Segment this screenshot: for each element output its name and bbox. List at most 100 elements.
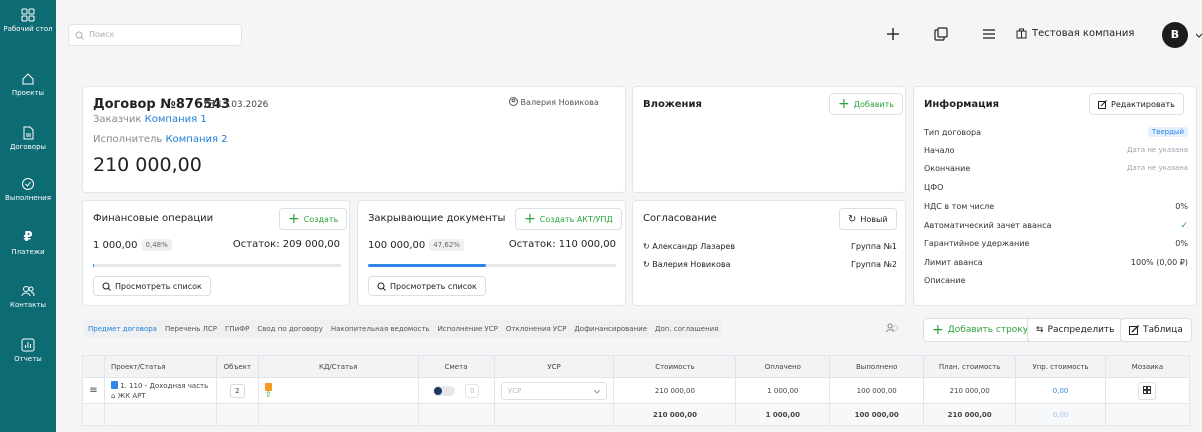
check-circle-icon bbox=[22, 178, 34, 190]
info-value: Дата не указана bbox=[1127, 146, 1188, 154]
project-cell: 1. 110 - Доходная часть ⌂ ЖК АРТ bbox=[103, 377, 217, 404]
create-act-label: Создать АКТ/УПД bbox=[539, 214, 613, 224]
closing-title: Закрывающие документы bbox=[368, 213, 506, 224]
finance-view-list-button[interactable]: Просмотреть список bbox=[93, 276, 211, 296]
edit-button[interactable]: Редактировать bbox=[1089, 93, 1184, 115]
menu-icon[interactable] bbox=[982, 27, 996, 41]
finance-progress bbox=[93, 264, 341, 267]
sidebar-item-projects[interactable]: Проекты bbox=[0, 72, 56, 98]
info-row: Тип договора Твердый bbox=[924, 127, 1188, 137]
approval-card: Согласование ↻ Новый ↻ Александр Лазарев… bbox=[632, 200, 906, 306]
chevron-down-icon[interactable] bbox=[1196, 33, 1202, 38]
document-icon bbox=[23, 126, 34, 140]
smeta-count: 0 bbox=[464, 383, 480, 398]
smeta-toggle[interactable] bbox=[432, 385, 455, 396]
approver-row: ↻ Александр Лазарев Группа №1 bbox=[643, 242, 897, 251]
finance-amount-value: 1 000,00 bbox=[93, 240, 138, 251]
tab-accumulative[interactable]: Накопительная ведомость bbox=[327, 320, 434, 338]
executor-label: Исполнитель bbox=[93, 134, 163, 145]
sidebar-item-contracts[interactable]: Договоры bbox=[0, 126, 56, 152]
sidebar-item-contacts[interactable]: Контакты bbox=[0, 284, 56, 310]
usr-select[interactable]: УСР bbox=[501, 381, 607, 400]
plus-icon[interactable] bbox=[886, 27, 900, 41]
closing-docs-card: Закрывающие документы + Создать АКТ/УПД … bbox=[357, 200, 626, 306]
report-icon bbox=[21, 338, 35, 352]
add-attachment-button[interactable]: + Добавить bbox=[829, 93, 904, 115]
tab-amendments[interactable]: Доп. соглашения bbox=[651, 320, 722, 338]
info-label: Окончание bbox=[924, 164, 971, 173]
distribute-button[interactable]: ⇆ Распределить bbox=[1027, 318, 1124, 342]
tab-additional-funding[interactable]: Дофинансирование bbox=[570, 320, 651, 338]
table-header: Упр. стоимость bbox=[1015, 355, 1106, 378]
tab-gpifr[interactable]: ГПиФР bbox=[221, 320, 253, 338]
mgmt-cell: 0,00 bbox=[1015, 377, 1106, 404]
info-row: Описание bbox=[924, 276, 1188, 285]
sidebar-item-dashboard[interactable]: Рабочий стол bbox=[0, 8, 56, 34]
total-done: 100 000,00 bbox=[829, 403, 925, 426]
info-label: Гарантийное удержание bbox=[924, 239, 1030, 248]
copy-icon[interactable] bbox=[934, 27, 948, 41]
sidebar-item-reports[interactable]: Отчеты bbox=[0, 338, 56, 364]
closing-view-list-label: Просмотреть список bbox=[390, 281, 477, 291]
info-value: 0% bbox=[1175, 239, 1188, 248]
tab-subject[interactable]: Предмет договора bbox=[84, 320, 161, 338]
search-icon bbox=[102, 282, 111, 291]
home-icon bbox=[22, 73, 34, 85]
tab-usr-execution[interactable]: Исполнение УСР bbox=[434, 320, 502, 338]
closing-view-list-button[interactable]: Просмотреть список bbox=[368, 276, 486, 296]
totals-empty bbox=[417, 403, 495, 426]
calendar-icon bbox=[205, 100, 214, 108]
mosaic-button[interactable] bbox=[1138, 381, 1157, 400]
search-icon bbox=[75, 31, 84, 40]
totals-empty bbox=[257, 403, 419, 426]
executor-link[interactable]: Компания 2 bbox=[166, 134, 228, 145]
table-button[interactable]: Таблица bbox=[1120, 318, 1192, 342]
finance-amount: 1 000,00 0,48% bbox=[93, 239, 172, 251]
table-header: Выполнено bbox=[829, 355, 925, 378]
sidebar-item-label: Выполнения bbox=[5, 194, 51, 202]
table-header: УСР bbox=[493, 355, 615, 378]
search-input[interactable]: Поиск bbox=[68, 24, 242, 46]
topbar: Поиск Тестовая компания В bbox=[56, 0, 1202, 62]
add-row-button[interactable]: + Добавить строку bbox=[923, 318, 1038, 342]
finance-percent: 0,48% bbox=[141, 239, 172, 251]
users-toggle[interactable] bbox=[886, 323, 898, 336]
avatar[interactable]: В bbox=[1162, 22, 1188, 48]
distribute-label: Распределить bbox=[1047, 325, 1115, 335]
approver-row: ↻ Валерия Новикова Группа №2 bbox=[643, 260, 897, 269]
finance-view-list-label: Просмотреть список bbox=[115, 281, 202, 291]
finance-card: Финансовые операции + Создать 1 000,00 0,… bbox=[82, 200, 350, 306]
article-link[interactable]: 1. 110 - Доходная часть bbox=[120, 382, 208, 390]
new-approval-button[interactable]: ↻ Новый bbox=[839, 208, 897, 230]
create-operation-button[interactable]: + Создать bbox=[279, 208, 348, 230]
contract-manager[interactable]: Валерия Новикова bbox=[509, 97, 599, 107]
edit-icon bbox=[1098, 99, 1107, 109]
row-menu-icon[interactable]: ≡ bbox=[82, 377, 105, 404]
contract-date: 13.03.2026 bbox=[205, 99, 268, 110]
info-row: НДС в том числе 0% bbox=[924, 202, 1188, 211]
tab-usr-deviations[interactable]: Отклонения УСР bbox=[502, 320, 570, 338]
totals-empty bbox=[1104, 403, 1191, 426]
info-row: Гарантийное удержание 0% bbox=[924, 239, 1188, 248]
done-cell: 100 000,00 bbox=[829, 377, 925, 404]
kd-upload-icon[interactable]: ⇪ bbox=[265, 390, 418, 399]
plus-icon: + bbox=[932, 322, 944, 338]
closing-progress bbox=[368, 264, 616, 267]
create-act-button[interactable]: + Создать АКТ/УПД bbox=[515, 208, 622, 230]
kd-cell: ⇪ bbox=[257, 377, 419, 404]
sidebar-item-label: Контакты bbox=[9, 301, 47, 309]
sidebar-item-payments[interactable]: ₽ Платежи bbox=[0, 231, 56, 257]
info-row: Автоматический зачет аванса ✓ bbox=[924, 221, 1188, 231]
tab-lsr[interactable]: Перечень ЛСР bbox=[161, 320, 221, 338]
closing-percent: 47,62% bbox=[429, 239, 464, 251]
sidebar-item-executions[interactable]: Выполнения bbox=[0, 177, 56, 203]
table-header: Стоимость bbox=[613, 355, 737, 378]
info-title: Информация bbox=[924, 99, 999, 110]
customer-link[interactable]: Компания 1 bbox=[145, 114, 207, 125]
closing-amount-value: 100 000,00 bbox=[368, 240, 426, 251]
company-switcher[interactable]: Тестовая компания bbox=[1016, 28, 1134, 39]
check-icon: ✓ bbox=[1180, 221, 1188, 231]
tab-summary[interactable]: Свод по договору bbox=[253, 320, 327, 338]
table-header: Оплачено bbox=[735, 355, 831, 378]
info-value: Дата не указана bbox=[1127, 164, 1188, 172]
